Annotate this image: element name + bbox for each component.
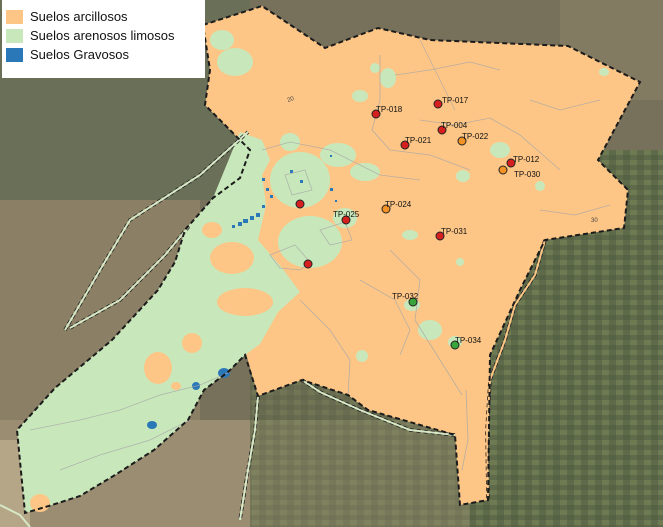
test-pit-label: TP-034: [455, 336, 482, 345]
sample-point-marker[interactable]: [303, 259, 313, 269]
test-pit-label: TP-024: [385, 200, 412, 209]
legend-swatch-clay: [6, 10, 23, 24]
legend-label: Suelos arenosos limosos: [30, 28, 175, 43]
legend-item-clay: Suelos arcillosos: [2, 7, 202, 25]
test-pit-label: TP-017: [442, 96, 469, 105]
legend-swatch-gravel: [6, 48, 23, 62]
map-legend: Suelos arcillosos Suelos arenosos limoso…: [2, 0, 205, 78]
legend-swatch-sandy-silt: [6, 29, 23, 43]
test-pit-label: TP-018: [376, 105, 403, 114]
test-pit-label: TP-021: [405, 136, 432, 145]
test-pit-label: TP-012: [513, 155, 540, 164]
test-pit-label: TP-031: [441, 227, 468, 236]
sample-point-marker[interactable]: [295, 199, 305, 209]
legend-label: Suelos arcillosos: [30, 9, 128, 24]
legend-label: Suelos Gravosos: [30, 47, 129, 62]
test-pit-label: TP-030: [514, 170, 541, 179]
test-pit-label: TP-004: [441, 121, 468, 130]
legend-item-gravel: Suelos Gravosos: [2, 45, 202, 63]
legend-item-sandy-silt: Suelos arenosos limosos: [2, 26, 202, 44]
soil-map: 20 30 TP-017 TP-018 TP-004 TP-021 TP-022…: [0, 0, 663, 527]
test-pit-label: TP-032: [392, 292, 419, 301]
test-pit-label: TP-022: [462, 132, 489, 141]
test-pit-label: TP-025: [333, 210, 360, 219]
road-label-30: 30: [591, 218, 598, 224]
